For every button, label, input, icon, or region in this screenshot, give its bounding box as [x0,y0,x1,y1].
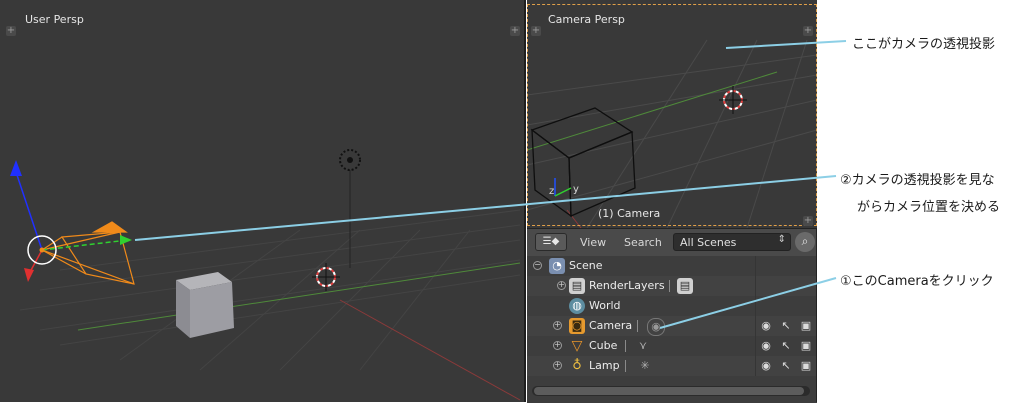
annotation-step1: ①このCameraをクリック [840,274,994,289]
annotation-step2-line1: ②カメラの透視投影を見な [840,173,995,188]
annotation-step2-line2: がらカメラ位置を決める [857,200,1001,215]
annotation-perspective: ここがカメラの透視投影 [852,37,996,52]
